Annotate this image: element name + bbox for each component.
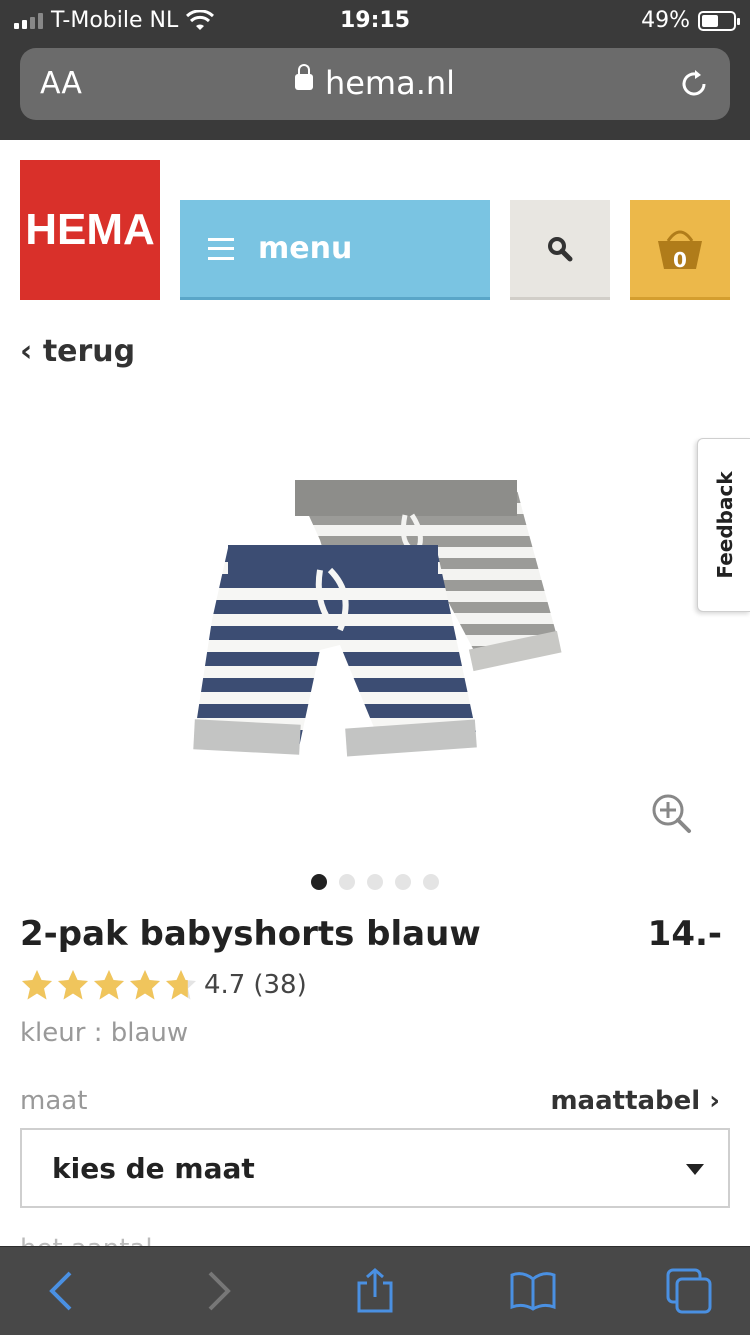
- address-bar[interactable]: AA hema.nl: [20, 48, 730, 120]
- product-title: 2-pak babyshorts blauw: [20, 914, 481, 954]
- status-time: 19:15: [339, 8, 411, 33]
- back-arrow-icon[interactable]: [40, 1267, 88, 1315]
- star-icon: [94, 970, 124, 1000]
- size-select-value: kies de maat: [52, 1151, 255, 1185]
- gallery-dot[interactable]: [311, 874, 327, 890]
- feedback-tab[interactable]: Feedback: [697, 438, 750, 612]
- rating-stars: [20, 968, 198, 1002]
- chevron-right-icon: ›: [709, 1086, 720, 1116]
- star-icon: [166, 970, 196, 1000]
- search-icon: [548, 236, 573, 261]
- gallery-pagination: [0, 874, 750, 890]
- back-label: terug: [42, 334, 136, 369]
- gallery-dot[interactable]: [339, 874, 355, 890]
- gallery-dot[interactable]: [395, 874, 411, 890]
- browser-toolbar: [0, 1246, 750, 1335]
- size-label: maat: [20, 1086, 88, 1116]
- share-icon[interactable]: [351, 1267, 399, 1315]
- star-icon: [130, 970, 160, 1000]
- chevron-left-icon: ‹: [20, 334, 33, 369]
- star-icon: [58, 970, 88, 1000]
- status-bar: T-Mobile NL 19:15 49%: [0, 0, 750, 40]
- url-text: hema.nl: [324, 64, 456, 102]
- hema-logo[interactable]: HEMA: [20, 160, 160, 300]
- product-image[interactable]: [180, 470, 580, 780]
- size-select[interactable]: kies de maat: [20, 1128, 730, 1208]
- menu-button[interactable]: menu: [180, 200, 490, 300]
- feedback-label: Feedback: [712, 471, 737, 579]
- bookmarks-icon[interactable]: [509, 1267, 557, 1315]
- reload-icon[interactable]: [676, 66, 712, 102]
- forward-arrow-icon[interactable]: [192, 1267, 240, 1315]
- cart-count: 0: [673, 248, 687, 272]
- rating-count: (38): [253, 970, 307, 1000]
- tabs-icon[interactable]: [665, 1267, 713, 1315]
- browser-chrome: AA hema.nl: [0, 40, 750, 140]
- zoom-in-icon[interactable]: [650, 792, 692, 834]
- cart-button[interactable]: 0: [630, 200, 730, 300]
- chevron-down-icon: [686, 1164, 704, 1175]
- star-icon: [22, 970, 52, 1000]
- battery-icon: [698, 10, 740, 31]
- gallery-dot[interactable]: [423, 874, 439, 890]
- battery-group: 49%: [641, 8, 740, 33]
- gallery-dot[interactable]: [367, 874, 383, 890]
- product-color: kleur : blauw: [20, 1018, 189, 1048]
- url-display[interactable]: hema.nl: [20, 64, 730, 102]
- product-price: 14.-: [647, 914, 722, 954]
- battery-percent: 49%: [641, 8, 690, 33]
- size-chart-label: maattabel: [550, 1086, 701, 1116]
- search-button[interactable]: [510, 200, 610, 300]
- menu-label: menu: [258, 231, 353, 266]
- product-rating[interactable]: 4.7 (38): [20, 968, 307, 1002]
- back-link[interactable]: ‹ terug: [20, 334, 135, 369]
- hamburger-icon: [208, 237, 234, 260]
- rating-value: 4.7: [204, 970, 246, 1000]
- lock-icon: [294, 64, 313, 90]
- size-chart-link[interactable]: maattabel ›: [550, 1086, 720, 1116]
